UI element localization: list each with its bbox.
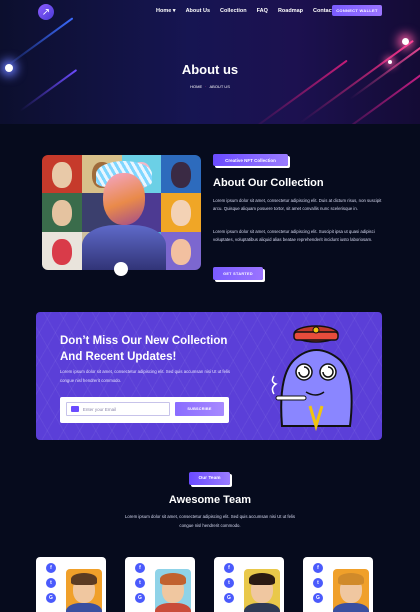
nav-item-faq[interactable]: FAQ — [257, 8, 268, 14]
breadcrumb-home[interactable]: HOME — [190, 84, 202, 89]
team-text: Lorem ipsum dolor sit amet, consectetur … — [124, 514, 296, 528]
nft-collage-image — [42, 155, 201, 270]
about-heading: About Our Collection — [213, 177, 324, 189]
collage-tile — [42, 231, 82, 270]
google-icon[interactable]: G — [46, 593, 56, 603]
subscribe-form: SUBSCRIBE — [60, 397, 229, 423]
google-icon[interactable]: G — [313, 593, 323, 603]
facebook-icon[interactable]: f — [46, 563, 56, 573]
subscribe-button[interactable]: SUBSCRIBE — [175, 402, 224, 416]
facebook-icon[interactable]: f — [224, 563, 234, 573]
twitter-icon[interactable]: t — [224, 578, 234, 588]
about-paragraph-1: Lorem ipsum dolor sit amet, consectetur … — [213, 198, 382, 212]
about-pill-label: Creative NFT Collection — [213, 154, 288, 166]
collage-tile — [161, 231, 201, 270]
glow-dot — [402, 38, 409, 45]
newsletter-heading-line-2: And Recent Updates! — [60, 351, 177, 363]
team-heading: Awesome Team — [168, 494, 252, 506]
team-card: f t G — [36, 557, 106, 612]
email-field — [66, 402, 170, 416]
team-card: f t G — [125, 557, 195, 612]
google-icon[interactable]: G — [224, 593, 234, 603]
collage-tile — [42, 193, 82, 232]
breadcrumb: HOME · ABOUT US — [0, 84, 420, 89]
hero-banner: ↗ Home ▾ About Us Collection FAQ Roadmap… — [0, 0, 420, 124]
facebook-icon[interactable]: f — [313, 563, 323, 573]
team-card: f t G — [214, 557, 284, 612]
avatar — [244, 569, 280, 612]
collage-tile — [161, 155, 201, 194]
page-title: About us — [181, 62, 239, 77]
twitter-icon[interactable]: t — [135, 578, 145, 588]
featured-portrait — [82, 161, 166, 270]
about-paragraph-2: Lorem ipsum dolor sit amet, consectetur … — [213, 229, 375, 243]
envelope-icon — [71, 406, 79, 412]
nav-item-home[interactable]: Home ▾ — [156, 8, 176, 14]
google-icon[interactable]: G — [135, 593, 145, 603]
facebook-icon[interactable]: f — [135, 563, 145, 573]
avatar — [155, 569, 191, 612]
twitter-icon[interactable]: t — [46, 578, 56, 588]
team-pill-label: Our Team — [189, 472, 230, 485]
twitter-icon[interactable]: t — [313, 578, 323, 588]
avatar — [333, 569, 369, 612]
get-started-button[interactable]: GET STARTED — [213, 267, 263, 280]
nav-item-contact[interactable]: Contact — [313, 8, 333, 14]
newsletter-section: Don’t Miss Our New Collection And Recent… — [36, 312, 382, 440]
octopus-mascot-illustration — [271, 325, 353, 432]
breadcrumb-separator: · — [205, 84, 207, 89]
nav-item-roadmap[interactable]: Roadmap — [278, 8, 303, 14]
image-badge-dot — [114, 262, 128, 276]
logo[interactable]: ↗ — [38, 4, 54, 20]
collage-tile — [161, 193, 201, 232]
email-input[interactable] — [82, 406, 169, 412]
nav-item-collection[interactable]: Collection — [220, 8, 247, 14]
newsletter-heading: Don’t Miss Our New Collection And Recent… — [60, 333, 260, 365]
connect-wallet-button[interactable]: CONNECT WALLET — [332, 5, 382, 16]
collage-tile — [42, 155, 82, 194]
nav-item-about[interactable]: About Us — [186, 8, 210, 14]
newsletter-heading-line-1: Don’t Miss Our New Collection — [60, 335, 228, 347]
team-card: f t G — [303, 557, 373, 612]
newsletter-text: Lorem ipsum dolor sit amet, consectetur … — [60, 369, 231, 383]
breadcrumb-current: ABOUT US — [209, 84, 230, 89]
main-nav: Home ▾ About Us Collection FAQ Roadmap C… — [156, 8, 333, 14]
logo-arrow-icon: ↗ — [41, 6, 51, 18]
avatar — [66, 569, 102, 612]
